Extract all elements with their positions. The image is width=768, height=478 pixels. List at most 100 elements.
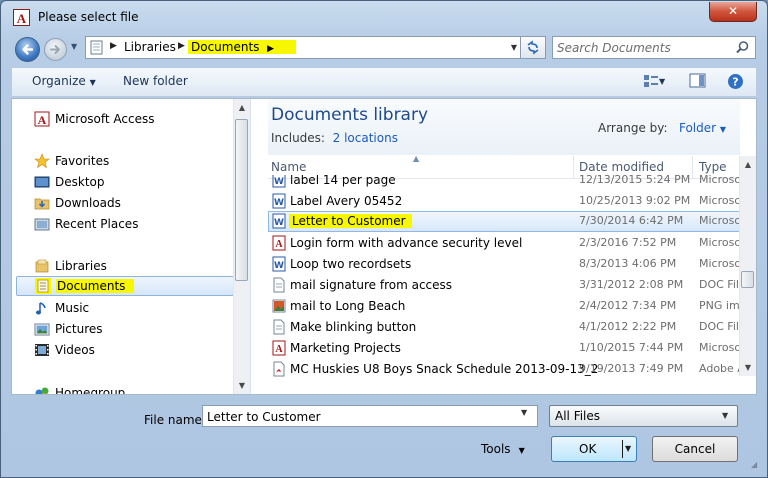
word-doc-icon: W	[272, 175, 286, 188]
file-row[interactable]: A Login form with advance security level…	[268, 233, 740, 254]
scrollbar-thumb[interactable]	[741, 271, 754, 288]
arrange-by-dropdown[interactable]: Folder ▼	[679, 121, 726, 135]
svg-text:W: W	[274, 198, 284, 208]
search-input[interactable]	[557, 39, 727, 56]
nav-item-recent-places[interactable]: Recent Places	[12, 214, 232, 234]
file-row[interactable]: mail to Long Beach 2/4/2012 7:34 PM PNG …	[268, 296, 740, 317]
nav-item-downloads[interactable]: Downloads	[12, 193, 232, 213]
nav-item-libraries[interactable]: Libraries	[12, 256, 232, 276]
content-area: A Microsoft Access Favorites Desktop Dow…	[11, 98, 757, 395]
forward-arrow-icon	[50, 45, 60, 54]
chevron-down-icon: ▼	[719, 125, 727, 134]
nav-item-favorites[interactable]: Favorites	[12, 151, 232, 171]
nav-item-videos[interactable]: Videos	[12, 340, 232, 360]
documents-library-icon	[35, 278, 51, 294]
file-name-label: File name:	[144, 413, 206, 427]
search-box[interactable]	[552, 36, 756, 59]
nav-item-documents[interactable]: Documents	[16, 276, 234, 296]
new-folder-button[interactable]: New folder	[123, 74, 188, 88]
change-view-icon[interactable]	[643, 73, 659, 89]
split-button-divider	[622, 440, 623, 458]
forward-button[interactable]	[44, 38, 67, 61]
file-row[interactable]: W label 14 per page 12/13/2015 5:24 PM M…	[268, 175, 740, 191]
recent-pages-chevron-icon[interactable]: ▼	[71, 42, 81, 56]
nav-item-desktop[interactable]: Desktop	[12, 172, 232, 192]
file-type-select[interactable]: All Files ▼	[549, 405, 738, 427]
refresh-icon	[527, 40, 539, 55]
breadcrumb-libraries[interactable]: Libraries	[124, 40, 176, 54]
organize-menu[interactable]: Organize ▼	[32, 74, 96, 88]
access-file-icon: A	[272, 235, 286, 251]
back-button[interactable]	[15, 37, 40, 62]
nav-item-microsoft-access[interactable]: A Microsoft Access	[12, 109, 232, 129]
videos-icon	[35, 344, 49, 356]
scroll-down-icon[interactable]: ▼	[740, 360, 756, 376]
file-row[interactable]: Make blinking button 4/1/2012 2:22 PM DO…	[268, 317, 740, 338]
nav-item-homegroup[interactable]: Homegroup	[12, 383, 232, 394]
file-list-scrollbar[interactable]: ▲ ▼	[739, 156, 756, 376]
nav-item-pictures[interactable]: Pictures	[12, 319, 232, 339]
file-dialog: A Please select file ✕ ▼ ▶ Libraries ▶ D…	[0, 0, 768, 478]
png-image-icon	[272, 299, 286, 313]
library-title: Documents library	[271, 105, 429, 125]
svg-text:A: A	[275, 239, 283, 250]
word-doc-icon: W	[272, 256, 286, 272]
view-options-chevron-icon[interactable]: ▼	[659, 77, 665, 86]
breadcrumb-separator-icon[interactable]: ▶	[178, 41, 185, 51]
file-name-input[interactable]	[207, 408, 507, 425]
libraries-icon	[35, 259, 49, 273]
tools-menu[interactable]: Tools ▼	[481, 442, 525, 456]
dialog-footer: File name: ▼ All Files ▼ Tools▼ OK ▼ Can…	[1, 396, 767, 477]
word-doc-icon: W	[272, 213, 286, 229]
breadcrumb-separator-icon[interactable]: ▶	[110, 41, 117, 51]
navigation-pane: A Microsoft Access Favorites Desktop Dow…	[12, 99, 250, 394]
library-page-icon	[90, 40, 103, 55]
scroll-down-icon[interactable]: ▼	[234, 378, 250, 394]
svg-text:W: W	[274, 261, 284, 271]
search-icon[interactable]	[735, 40, 750, 55]
cancel-button[interactable]: Cancel	[652, 436, 738, 462]
ok-dropdown-icon[interactable]: ▼	[625, 444, 631, 453]
desktop-icon	[34, 176, 50, 188]
refresh-button[interactable]	[520, 36, 546, 59]
downloads-folder-icon	[34, 198, 50, 210]
library-header: Documents library Includes: 2 locations …	[268, 99, 740, 155]
ok-button[interactable]: OK ▼	[551, 436, 637, 462]
library-locations-link[interactable]: 2 locations	[333, 131, 398, 145]
scroll-up-icon[interactable]: ▲	[234, 100, 250, 116]
access-icon: A	[34, 111, 50, 127]
close-button[interactable]: ✕	[709, 2, 757, 22]
star-icon	[34, 153, 50, 169]
pane-splitter[interactable]	[250, 99, 251, 394]
command-toolbar: Organize ▼ New folder ▼ ?	[11, 67, 757, 97]
resize-grip-icon[interactable]: ◢	[751, 460, 757, 469]
preview-pane-icon[interactable]	[689, 73, 706, 89]
library-includes: Includes: 2 locations	[271, 131, 398, 145]
breadcrumb-documents[interactable]: Documents ▶	[188, 40, 297, 54]
word-doc-icon: W	[272, 193, 286, 209]
file-row[interactable]: MC Huskies U8 Boys Snack Schedule 2013-0…	[268, 359, 740, 380]
navigation-scrollbar[interactable]: ▲ ▼	[233, 99, 250, 394]
help-icon[interactable]: ?	[727, 73, 744, 90]
doc-file-icon	[273, 277, 285, 293]
file-row[interactable]: W Loop two recordsets 8/3/2013 4:06 PM M…	[268, 254, 740, 275]
recent-places-icon	[34, 218, 50, 231]
doc-file-icon	[273, 319, 285, 335]
file-name-dropdown-icon[interactable]: ▼	[521, 408, 527, 417]
svg-text:A: A	[275, 344, 283, 355]
file-row[interactable]: A Marketing Projects 1/10/2015 7:44 PM M…	[268, 338, 740, 359]
file-row[interactable]: mail signature from access 3/31/2012 2:0…	[268, 275, 740, 296]
file-list-pane: Documents library Includes: 2 locations …	[268, 99, 740, 394]
nav-item-music[interactable]: Music	[12, 298, 232, 318]
file-name-combobox[interactable]: ▼	[202, 405, 538, 427]
address-bar[interactable]: ▶ Libraries ▶ Documents ▶ ▼	[85, 36, 545, 59]
homegroup-icon	[35, 387, 49, 394]
file-row-selected[interactable]: W Letter to Customer 7/30/2014 6:42 PM M…	[268, 211, 740, 232]
arrange-by: Arrange by: Folder ▼	[598, 121, 727, 135]
breadcrumb-separator-icon: ▶	[267, 44, 274, 54]
file-row[interactable]: W Label Avery 05452 10/25/2013 9:02 PM M…	[268, 191, 740, 212]
back-arrow-icon	[22, 44, 34, 55]
svg-text:W: W	[274, 218, 284, 228]
scroll-up-icon[interactable]: ▲	[740, 157, 756, 173]
scrollbar-thumb[interactable]	[235, 119, 248, 281]
